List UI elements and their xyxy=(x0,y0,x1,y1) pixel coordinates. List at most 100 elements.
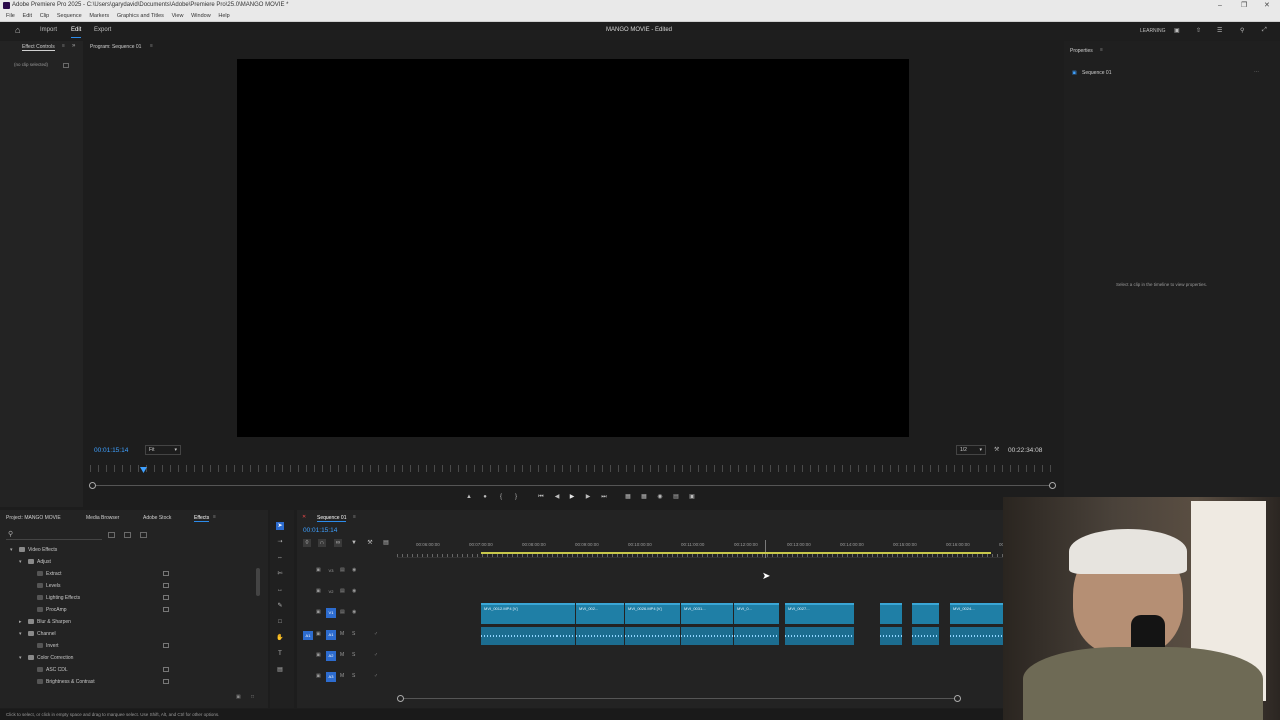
track-header[interactable]: ▣ V2 ▤ ◉ xyxy=(297,587,397,597)
track-header[interactable]: ▣ A2 M S ♂ xyxy=(297,651,397,661)
program-time-ruler[interactable] xyxy=(90,465,1052,472)
close-icon[interactable]: ✕ xyxy=(1264,0,1270,11)
scroll-handle-left[interactable] xyxy=(89,482,96,489)
button-editor-icon[interactable]: ▣ xyxy=(688,493,696,501)
workspaces-icon[interactable]: ▣ xyxy=(1174,27,1180,34)
video-clip[interactable]: MVI_0031... xyxy=(681,603,733,624)
type-tool-icon[interactable]: T xyxy=(276,650,284,658)
chevron-down-icon[interactable]: ▾ xyxy=(19,652,22,664)
audio-clip[interactable] xyxy=(557,627,575,645)
pen-tool-icon[interactable]: ✎ xyxy=(276,602,284,610)
track-target[interactable]: A3 xyxy=(326,672,336,682)
scroll-handle-right[interactable] xyxy=(954,695,961,702)
track-target[interactable]: A1 xyxy=(326,630,336,640)
tab-export[interactable]: Export xyxy=(94,27,111,33)
tab-properties[interactable]: Properties xyxy=(1070,48,1093,54)
menu-help[interactable]: Help xyxy=(218,11,229,22)
resolution-select[interactable]: 1/2 ▾ xyxy=(956,445,986,455)
yuv-effects-icon[interactable] xyxy=(140,532,147,538)
tab-media-browser[interactable]: Media Browser xyxy=(86,515,119,521)
menu-edit[interactable]: Edit xyxy=(23,11,32,22)
menu-view[interactable]: View xyxy=(172,11,184,22)
eye-icon[interactable]: ◉ xyxy=(352,588,356,594)
tab-edit[interactable]: Edit xyxy=(71,27,82,38)
audio-clip[interactable] xyxy=(625,627,680,645)
effects-tree-item[interactable]: ▸ Blur & Sharpen xyxy=(0,616,260,628)
scroll-handle-right[interactable] xyxy=(1049,482,1056,489)
panel-menu-icon[interactable]: ≡ xyxy=(213,514,216,520)
sync-lock-icon[interactable]: ▤ xyxy=(340,588,345,594)
linked-selection-icon[interactable]: ∞ xyxy=(334,539,342,547)
effects-tree-item[interactable]: ▾ Adjust xyxy=(0,556,260,568)
ripple-edit-tool-icon[interactable]: ⇔ xyxy=(276,554,284,562)
tab-effects[interactable]: Effects xyxy=(194,515,210,522)
delete-icon[interactable]: □ xyxy=(251,694,254,700)
effects-tree-item[interactable]: Lighting Effects xyxy=(0,592,260,604)
snap-icon[interactable]: ∩ xyxy=(318,539,326,547)
go-to-out-icon[interactable]: ⏭ xyxy=(600,493,608,501)
close-icon[interactable]: ✕ xyxy=(302,514,306,520)
lock-icon[interactable]: ▣ xyxy=(316,588,321,594)
track-header[interactable]: ▣ V1 ▤ ◉ xyxy=(297,608,397,618)
video-clip[interactable] xyxy=(557,603,575,624)
effects-tree-item[interactable]: Brightness & Contrast xyxy=(0,676,260,688)
lock-icon[interactable]: ▣ xyxy=(316,631,321,637)
effects-tree-item[interactable]: ASC CDL xyxy=(0,664,260,676)
track-header[interactable]: A1 ▣ A1 M S ♂ xyxy=(297,630,397,640)
lock-icon[interactable]: ▣ xyxy=(316,652,321,658)
timeline-settings-icon[interactable]: ⚒ xyxy=(366,539,374,547)
effects-tree-item[interactable]: Extract xyxy=(0,568,260,580)
rectangle-tool-icon[interactable]: □ xyxy=(276,618,284,626)
track-area[interactable]: ▣ V3 ▤ ◉ ▣ V2 ▤ ◉ ▣ V1 ▤ ◉ A1 ▣ A1 M S ♂ ▣ A2 M S ♂ ▣ A3 M S ♂ MVI_0… xyxy=(297,566,1003,696)
audio-clip[interactable] xyxy=(950,627,1003,645)
timeline-zoom-scrollbar[interactable] xyxy=(401,698,959,699)
lift-icon[interactable]: ▦ xyxy=(624,493,632,501)
mark-out-icon[interactable]: } xyxy=(512,493,520,501)
source-patch-a1[interactable]: A1 xyxy=(303,631,313,640)
add-marker-icon[interactable]: ▼ xyxy=(350,539,358,547)
extract-icon[interactable]: ▦ xyxy=(640,493,648,501)
effects-tree-item[interactable]: Invert xyxy=(0,640,260,652)
chevron-down-icon[interactable]: ▾ xyxy=(19,628,22,640)
toggle-timeline-icon[interactable] xyxy=(63,63,69,68)
captions-icon[interactable]: ▤ xyxy=(382,539,390,547)
video-clip[interactable]: MVI_002... xyxy=(576,603,624,624)
video-clip[interactable] xyxy=(880,603,902,624)
eye-icon[interactable]: ◉ xyxy=(352,609,356,615)
sync-lock-icon[interactable]: ▤ xyxy=(340,609,345,615)
zoom-scrollbar[interactable] xyxy=(92,485,1054,486)
menu-window[interactable]: Window xyxy=(191,11,211,22)
effects-scrollbar[interactable] xyxy=(256,568,260,596)
playhead-timecode[interactable]: 00:01:15:14 xyxy=(94,447,128,454)
export-frame-icon[interactable]: ◉ xyxy=(656,493,664,501)
program-video-frame[interactable] xyxy=(237,59,909,437)
video-clip[interactable]: MVI_0026.MP4 [V] xyxy=(625,603,680,624)
play-icon[interactable]: ▶ xyxy=(568,493,576,501)
microphone-icon[interactable]: ♂ xyxy=(374,652,378,658)
video-clip[interactable]: MVI_0... xyxy=(734,603,779,624)
tab-adobe-stock[interactable]: Adobe Stock xyxy=(143,515,171,521)
home-icon[interactable]: ⌂ xyxy=(15,25,20,35)
new-bin-icon[interactable]: ▣ xyxy=(236,694,241,700)
effects-tree-item[interactable]: ▾ Color Correction xyxy=(0,652,260,664)
effects-tree-item[interactable]: ▾ Channel xyxy=(0,628,260,640)
audio-clip[interactable] xyxy=(912,627,939,645)
audio-clip[interactable] xyxy=(880,627,902,645)
step-back-icon[interactable]: ◀ xyxy=(553,493,561,501)
share-icon[interactable]: ⇧ xyxy=(1196,27,1201,34)
audio-clip[interactable] xyxy=(576,627,624,645)
mute-icon[interactable]: M xyxy=(340,652,344,658)
track-select-tool-icon[interactable]: ⇢ xyxy=(276,538,284,546)
chevron-right-icon[interactable]: ▸ xyxy=(19,616,22,628)
32bit-effects-icon[interactable] xyxy=(124,532,131,538)
microphone-icon[interactable]: ♂ xyxy=(374,631,378,637)
menu-clip[interactable]: Clip xyxy=(40,11,49,22)
caption-tool-icon[interactable]: ▤ xyxy=(276,666,284,674)
razor-tool-icon[interactable]: ✄ xyxy=(276,570,284,578)
panel-menu-icon[interactable]: ≡ xyxy=(1100,47,1103,53)
effects-tree-item[interactable]: ▾ Video Effects xyxy=(0,544,260,556)
selection-tool-icon[interactable]: ➤ xyxy=(276,522,284,530)
microphone-icon[interactable]: ♂ xyxy=(374,673,378,679)
scroll-handle-left[interactable] xyxy=(397,695,404,702)
tab-sequence[interactable]: Sequence 01 xyxy=(317,515,347,522)
